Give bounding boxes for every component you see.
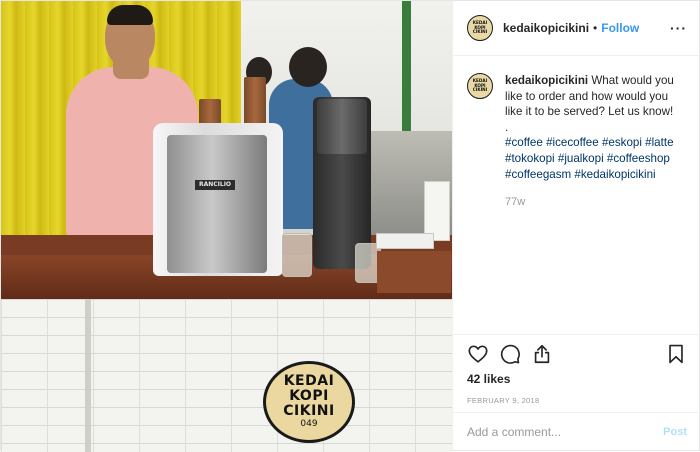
espresso-machine-panel [167,135,267,273]
hashtag-link[interactable]: #kedaikopicikini [574,168,655,181]
snack-jar [282,233,312,277]
hashtag-link[interactable]: #tokokopi [505,152,555,165]
hashtag-link[interactable]: #coffee [505,136,543,149]
separator-dot: • [593,21,598,35]
menu-card [424,181,450,241]
action-bar [453,334,700,372]
avatar[interactable]: KEDAI KOPI CIKINI [467,73,493,99]
avatar[interactable]: KEDAI KOPI CIKINI [467,15,493,41]
hashtag-link[interactable]: #coffeegasm [505,168,571,181]
stacked-cups [244,77,266,129]
avatar-text: CIKINI [472,87,488,93]
wooden-box [377,251,451,293]
caption-time[interactable]: 77w [505,195,687,211]
hashtag-link[interactable]: #icecoffee [546,136,599,149]
hashtag-link[interactable]: #jualkopi [558,152,604,165]
caption-body: kedaikopicikini What would you like to o… [505,73,687,211]
caption-text-block: kedaikopicikini What would you like to o… [505,73,687,120]
username-link[interactable]: kedaikopicikini [503,21,589,35]
add-comment-row: Post [453,412,700,450]
sign-number: 049 [300,419,318,429]
post-date: FEBRUARY 9, 2018 [467,396,540,405]
comments-area: KEDAI KOPI CIKINI kedaikopicikini What w… [453,56,700,334]
share-icon[interactable] [531,343,553,365]
comment-input[interactable] [467,424,664,439]
caption-username-link[interactable]: kedaikopicikini [505,74,588,87]
hashtag-link[interactable]: #latte [645,136,673,149]
post-side-panel: KEDAI KOPI CIKINI kedaikopicikini • Foll… [452,1,700,450]
like-count[interactable]: 42 likes [453,372,700,390]
green-pole [402,1,411,151]
counter-divider [85,299,91,452]
barista-head [289,47,327,87]
man-hair [107,5,153,25]
kedai-kopi-cikini-sign: KEDAI KOPI CIKINI 049 [263,361,355,443]
post-comment-button[interactable]: Post [663,426,687,438]
hashtag-list: #coffee #icecoffee #eskopi #latte #tokok… [505,135,687,182]
sign-line: KOPI [289,388,329,404]
grinder-hopper [317,99,367,154]
heart-icon[interactable] [467,343,489,365]
hashtag-link[interactable]: #eskopi [602,136,642,149]
napkin-tray [376,233,434,249]
follow-button[interactable]: Follow [601,21,639,35]
avatar-text: CIKINI [472,29,488,35]
machine-brand-label: RANCILIO [195,180,235,190]
caption: KEDAI KOPI CIKINI kedaikopicikini What w… [467,73,687,211]
instagram-post: RANCILIO KEDAI KOPI CIKINI 049 KEDAI KOP… [0,0,700,452]
caption-separator: . [505,120,509,134]
hashtag-link[interactable]: #coffeeshop [607,152,670,165]
sign-line: CIKINI [283,403,335,419]
bookmark-icon[interactable] [665,343,687,365]
more-options-icon[interactable]: ··· [670,20,687,36]
brick-counter-front [1,299,452,452]
post-header: KEDAI KOPI CIKINI kedaikopicikini • Foll… [453,1,700,56]
sign-line: KEDAI [283,373,335,389]
comment-icon[interactable] [499,343,521,365]
post-photo[interactable]: RANCILIO KEDAI KOPI CIKINI 049 [1,1,452,452]
